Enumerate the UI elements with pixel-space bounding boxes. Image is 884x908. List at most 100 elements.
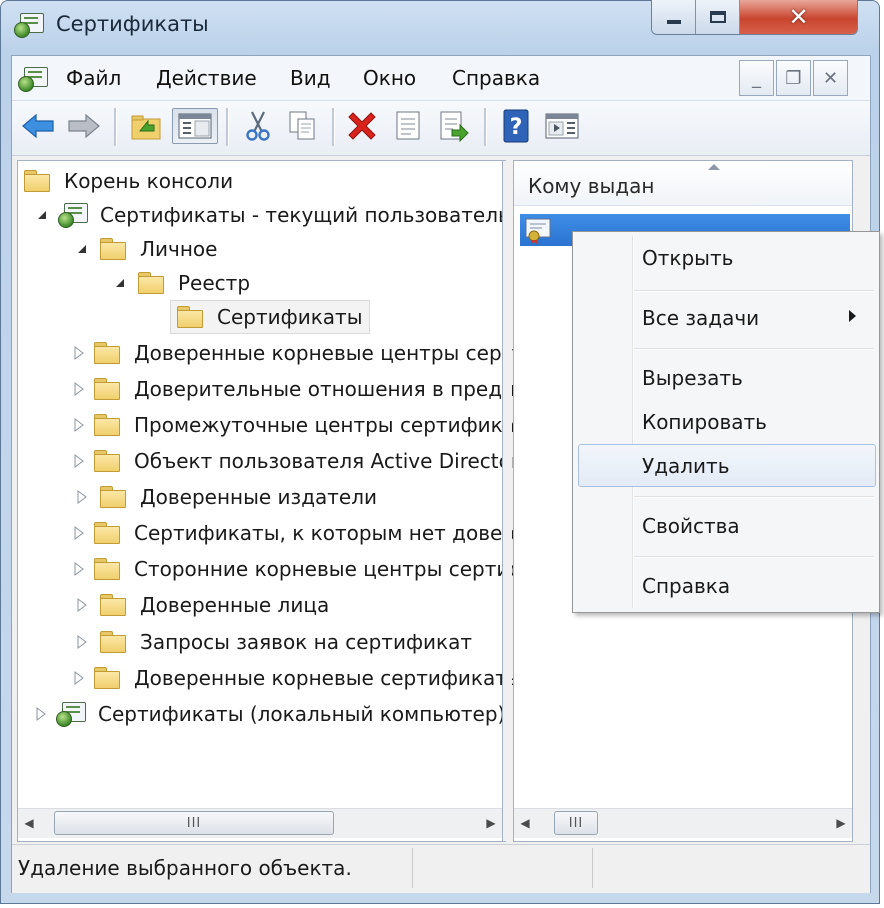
tree-item-smart-card-trusted-roots[interactable]: Доверенные корневые сертификаты смарт-ка… bbox=[24, 660, 663, 696]
status-text: Удаление выбранного объекта. bbox=[18, 856, 352, 880]
properties-button[interactable] bbox=[390, 108, 426, 144]
forward-button[interactable] bbox=[66, 108, 102, 144]
maximize-button[interactable] bbox=[696, 0, 740, 34]
export-list-icon bbox=[440, 111, 469, 142]
expand-arrow-icon[interactable] bbox=[74, 525, 84, 541]
scroll-left-button[interactable]: ◀ bbox=[514, 809, 536, 837]
expand-arrow-icon[interactable] bbox=[74, 345, 84, 361]
minimize-icon: _ bbox=[752, 67, 761, 89]
delete-x-icon bbox=[348, 112, 376, 140]
pane-splitter[interactable] bbox=[503, 161, 512, 841]
menu-window[interactable]: Окно bbox=[363, 66, 416, 90]
tree-item-personal[interactable]: Личное bbox=[24, 232, 502, 266]
tree-item-trusted-people[interactable]: Доверенные лица bbox=[24, 587, 502, 623]
tree-item-label: Сертификаты (локальный компьютер) bbox=[98, 702, 506, 726]
scroll-right-button[interactable]: ▶ bbox=[830, 809, 852, 837]
menu-action[interactable]: Действие bbox=[156, 66, 257, 90]
collapse-arrow-icon[interactable] bbox=[36, 207, 48, 223]
console-tree-icon bbox=[178, 113, 212, 139]
show-hide-console-tree-button[interactable] bbox=[172, 108, 218, 144]
context-menu-cut[interactable]: Вырезать bbox=[642, 366, 743, 390]
tree-item-third-party-root-ca[interactable]: Сторонние корневые центры сертификации bbox=[24, 551, 603, 587]
tree-item-certificates-local-computer[interactable]: Сертификаты (локальный компьютер) bbox=[24, 696, 506, 732]
child-minimize-button[interactable]: _ bbox=[739, 60, 774, 96]
tree-item-label: Реестр bbox=[178, 271, 251, 295]
tree-item-console-root[interactable]: Корень консоли bbox=[24, 164, 502, 198]
scroll-track[interactable]: III bbox=[536, 809, 830, 838]
child-restore-button[interactable]: ❐ bbox=[776, 60, 811, 96]
column-header-label: Кому выдан bbox=[528, 174, 655, 198]
tree-item-trusted-root-ca[interactable]: Доверенные корневые центры сертификации bbox=[24, 334, 620, 371]
context-menu-delete[interactable]: Удалить bbox=[642, 454, 730, 478]
context-menu-open[interactable]: Открыть bbox=[642, 246, 733, 270]
tree-item-enterprise-trust[interactable]: Доверительные отношения в предприятии bbox=[24, 371, 590, 407]
expand-arrow-icon[interactable] bbox=[74, 453, 84, 469]
folder-icon bbox=[94, 667, 120, 689]
help-button[interactable]: ? bbox=[498, 108, 534, 144]
collapse-arrow-icon[interactable] bbox=[74, 241, 90, 257]
collapse-arrow-icon[interactable] bbox=[112, 275, 128, 291]
export-list-button[interactable] bbox=[436, 108, 472, 144]
tree-item-label: Объект пользователя Active Directory bbox=[134, 449, 531, 473]
console-tree: Корень консоли Сертификаты - текущий пол… bbox=[24, 164, 663, 732]
context-menu-properties[interactable]: Свойства bbox=[642, 514, 740, 538]
expand-arrow-icon[interactable] bbox=[74, 597, 90, 613]
menu-view[interactable]: Вид bbox=[290, 66, 331, 90]
context-menu-copy[interactable]: Копировать bbox=[642, 410, 767, 434]
tree-item-untrusted-certificates[interactable]: Сертификаты, к которым нет доверия bbox=[24, 515, 540, 551]
status-divider bbox=[592, 848, 593, 888]
tree-item-active-directory-user[interactable]: Объект пользователя Active Directory bbox=[24, 443, 531, 479]
tree-item-label: Запросы заявок на сертификат bbox=[140, 629, 473, 654]
up-one-level-button[interactable] bbox=[128, 108, 164, 144]
expand-arrow-icon[interactable] bbox=[74, 489, 90, 505]
menu-file[interactable]: Файл bbox=[66, 66, 121, 90]
menu-help[interactable]: Справка bbox=[452, 66, 540, 90]
close-button[interactable]: ✕ bbox=[740, 0, 857, 34]
status-divider bbox=[412, 848, 413, 888]
toolbar-separator bbox=[332, 108, 335, 146]
tree-horizontal-scrollbar[interactable]: ◀ III ▶ bbox=[18, 808, 502, 838]
scroll-track[interactable]: III bbox=[40, 809, 480, 838]
tree-item-registry[interactable]: Реестр bbox=[24, 266, 502, 300]
scroll-right-button[interactable]: ▶ bbox=[480, 809, 502, 837]
folder-up-icon bbox=[131, 115, 161, 140]
scroll-left-button[interactable]: ◀ bbox=[18, 809, 40, 837]
tree-item-trusted-publishers[interactable]: Доверенные издатели bbox=[24, 479, 502, 515]
folder-icon bbox=[94, 341, 120, 364]
expand-arrow-icon[interactable] bbox=[74, 670, 84, 686]
show-hide-action-pane-button[interactable] bbox=[544, 108, 580, 144]
cut-button[interactable] bbox=[240, 108, 276, 144]
restore-icon: ❐ bbox=[785, 67, 802, 89]
certificates-app-icon bbox=[14, 13, 44, 38]
scroll-thumb[interactable]: III bbox=[554, 811, 598, 835]
certificates-snapin-icon bbox=[56, 702, 86, 727]
tree-item-label: Сертификаты, к которым нет доверия bbox=[134, 521, 541, 545]
expand-arrow-icon[interactable] bbox=[74, 381, 84, 397]
tree-item-certificates-selected[interactable]: Сертификаты bbox=[24, 300, 502, 334]
tree-item-certificates-current-user[interactable]: Сертификаты - текущий пользователь bbox=[24, 198, 510, 232]
context-menu-help[interactable]: Справка bbox=[642, 574, 730, 598]
tree-item-intermediate-ca[interactable]: Промежуточные центры сертификации bbox=[24, 407, 555, 443]
child-close-button[interactable]: ✕ bbox=[813, 60, 848, 96]
tree-item-certificate-enrollment-requests[interactable]: Запросы заявок на сертификат bbox=[24, 623, 502, 660]
expand-arrow-icon[interactable] bbox=[74, 634, 90, 650]
mmc-document-icon[interactable] bbox=[18, 67, 48, 92]
minimize-button[interactable] bbox=[652, 0, 696, 34]
folder-icon bbox=[100, 630, 126, 653]
expand-arrow-icon[interactable] bbox=[74, 417, 84, 433]
tree-item-label: Корень консоли bbox=[64, 169, 234, 193]
selected-node-highlight: Сертификаты bbox=[170, 300, 370, 334]
close-icon: ✕ bbox=[822, 67, 839, 89]
folder-icon bbox=[94, 522, 120, 544]
expand-arrow-icon[interactable] bbox=[74, 561, 84, 577]
context-menu-separator bbox=[634, 496, 874, 498]
delete-button[interactable] bbox=[344, 108, 380, 144]
copy-button[interactable] bbox=[284, 108, 320, 144]
results-horizontal-scrollbar[interactable]: ◀ III ▶ bbox=[514, 808, 852, 838]
tree-item-label: Сертификаты - текущий пользователь bbox=[100, 203, 510, 227]
copy-icon bbox=[289, 111, 315, 140]
context-menu-all-tasks[interactable]: Все задачи bbox=[642, 306, 759, 330]
scroll-thumb[interactable]: III bbox=[54, 811, 334, 835]
expand-arrow-icon[interactable] bbox=[36, 706, 46, 722]
back-button[interactable] bbox=[20, 108, 56, 144]
